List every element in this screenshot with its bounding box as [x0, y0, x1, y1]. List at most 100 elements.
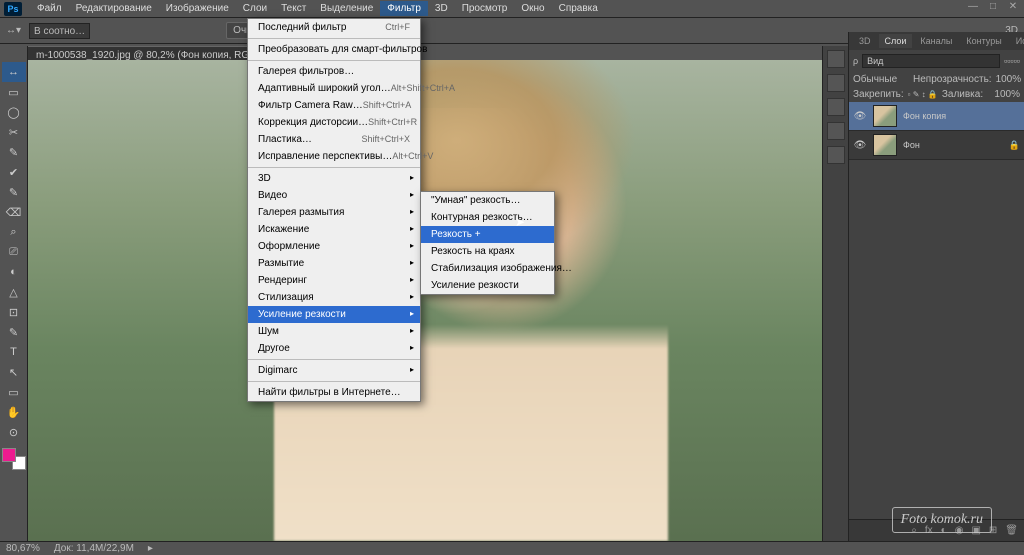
lock-icon: 🔒	[1009, 140, 1020, 151]
tool-1[interactable]: ▭	[2, 82, 26, 102]
layer-row[interactable]: 👁Фон копия	[849, 102, 1024, 131]
color-swatches[interactable]	[2, 448, 26, 470]
layer-filter-select[interactable]: Вид	[862, 54, 1000, 68]
submenu-item[interactable]: Усиление резкости	[421, 277, 554, 294]
tool-2[interactable]: ◯	[2, 102, 26, 122]
panel-icon[interactable]	[827, 122, 845, 140]
tool-6[interactable]: ✎	[2, 182, 26, 202]
panel-icon[interactable]	[827, 146, 845, 164]
visibility-icon[interactable]: 👁	[853, 140, 867, 151]
panel-tab-Контуры[interactable]: Контуры	[960, 34, 1007, 48]
zoom-level[interactable]: 80,67%	[6, 543, 40, 554]
panel-tabs[interactable]: 3DСлоиКаналыКонтурыИстория	[849, 32, 1024, 50]
panel-icon[interactable]	[827, 50, 845, 68]
menu-item[interactable]: Усиление резкости	[248, 306, 420, 323]
panel-tab-3D[interactable]: 3D	[853, 34, 877, 48]
menu-item[interactable]: Пластика…Shift+Ctrl+X	[248, 131, 420, 148]
zoom-mode-select[interactable]: В соотно…	[29, 23, 90, 39]
opacity-value[interactable]: 100%	[996, 74, 1022, 85]
menu-справка[interactable]: Справка	[552, 1, 605, 16]
panel-tab-Слои[interactable]: Слои	[879, 34, 913, 48]
panel-icon[interactable]	[827, 98, 845, 116]
submenu-item[interactable]: Стабилизация изображения…	[421, 260, 554, 277]
tool-11[interactable]: △	[2, 282, 26, 302]
tool-9[interactable]: ⎚	[2, 242, 26, 262]
maximize-icon[interactable]: □	[986, 2, 1000, 12]
menu-окно[interactable]: Окно	[514, 1, 551, 16]
menu-item[interactable]: Оформление	[248, 238, 420, 255]
menu-item[interactable]: Исправление перспективы…Alt+Ctrl+V	[248, 148, 420, 165]
menu-3d[interactable]: 3D	[428, 1, 455, 16]
menu-просмотр[interactable]: Просмотр	[455, 1, 515, 16]
menu-выделение[interactable]: Выделение	[313, 1, 380, 16]
collapsed-panel-strip[interactable]	[822, 46, 848, 541]
menu-текст[interactable]: Текст	[274, 1, 313, 16]
panel-tab-История[interactable]: История	[1010, 34, 1024, 48]
tool-5[interactable]: ✔	[2, 162, 26, 182]
menu-item[interactable]: Digimarc	[248, 362, 420, 379]
visibility-icon[interactable]: 👁	[853, 111, 867, 122]
menu-item[interactable]: Фильтр Camera Raw…Shift+Ctrl+A	[248, 97, 420, 114]
menu-item[interactable]: Коррекция дисторсии…Shift+Ctrl+R	[248, 114, 420, 131]
menu-item[interactable]: Галерея фильтров…	[248, 63, 420, 80]
menu-item[interactable]: Галерея размытия	[248, 204, 420, 221]
tool-17[interactable]: ✋	[2, 402, 26, 422]
submenu-item[interactable]: Резкость +	[421, 226, 554, 243]
submenu-item[interactable]: Резкость на краях	[421, 243, 554, 260]
layer-row[interactable]: 👁Фон🔒	[849, 131, 1024, 160]
menu-item[interactable]: Другое	[248, 340, 420, 357]
menu-item[interactable]: 3D	[248, 170, 420, 187]
menu-изображение[interactable]: Изображение	[159, 1, 236, 16]
tool-14[interactable]: T	[2, 342, 26, 362]
doc-size[interactable]: Док: 11,4M/22,9M	[54, 543, 134, 554]
menu-item[interactable]: Адаптивный широкий угол…Alt+Shift+Ctrl+A	[248, 80, 420, 97]
menu-редактирование[interactable]: Редактирование	[69, 1, 159, 16]
menu-bar: Ps ФайлРедактированиеИзображениеСлоиТекс…	[0, 0, 1024, 18]
status-bar: 80,67% Док: 11,4M/22,9M ▸	[0, 541, 1024, 555]
tool-15[interactable]: ↖	[2, 362, 26, 382]
menu-item[interactable]: Видео	[248, 187, 420, 204]
tool-0[interactable]: ↔	[2, 62, 26, 82]
tool-18[interactable]: ⊙	[2, 422, 26, 442]
panel-tab-Каналы[interactable]: Каналы	[914, 34, 958, 48]
menu-item[interactable]: Искажение	[248, 221, 420, 238]
menu-item[interactable]: Стилизация	[248, 289, 420, 306]
menu-item[interactable]: Размытие	[248, 255, 420, 272]
toolbox: ↔▭◯✂✎✔✎⌫⌕⎚◐△⊡✎T↖▭✋⊙	[0, 46, 28, 541]
window-controls[interactable]: — □ ✕	[966, 2, 1020, 12]
canvas-area[interactable]	[28, 60, 848, 541]
layer-thumb[interactable]	[873, 134, 897, 156]
app-logo: Ps	[4, 2, 22, 16]
tool-12[interactable]: ⊡	[2, 302, 26, 322]
tool-3[interactable]: ✂	[2, 122, 26, 142]
tool-13[interactable]: ✎	[2, 322, 26, 342]
minimize-icon[interactable]: —	[966, 2, 980, 12]
tool-8[interactable]: ⌕	[2, 222, 26, 242]
menu-слои[interactable]: Слои	[236, 1, 274, 16]
tool-16[interactable]: ▭	[2, 382, 26, 402]
layer-thumb[interactable]	[873, 105, 897, 127]
delete-layer-icon[interactable]: 🗑	[1005, 525, 1018, 536]
menu-item[interactable]: Последний фильтрCtrl+F	[248, 19, 420, 36]
fg-color-swatch[interactable]	[2, 448, 16, 462]
layers-panel: 3DСлоиКаналыКонтурыИстория ρ Вид ▫▫▫▫▫ О…	[848, 32, 1024, 541]
submenu-item[interactable]: Контурная резкость…	[421, 209, 554, 226]
close-icon[interactable]: ✕	[1006, 2, 1020, 12]
menu-item[interactable]: Найти фильтры в Интернете…	[248, 384, 420, 401]
filter-menu-dropdown[interactable]: Последний фильтрCtrl+F Преобразовать для …	[247, 18, 421, 402]
menu-файл[interactable]: Файл	[30, 1, 69, 16]
submenu-item[interactable]: "Умная" резкость…	[421, 192, 554, 209]
menu-фильтр[interactable]: Фильтр	[380, 1, 428, 16]
menu-item[interactable]: Преобразовать для смарт-фильтров	[248, 41, 420, 58]
tool-7[interactable]: ⌫	[2, 202, 26, 222]
tool-preset-icon[interactable]: ↔▾	[6, 25, 21, 36]
tool-4[interactable]: ✎	[2, 142, 26, 162]
tool-10[interactable]: ◐	[2, 262, 26, 282]
status-arrow-icon[interactable]: ▸	[148, 543, 153, 554]
sharpen-submenu[interactable]: "Умная" резкость…Контурная резкость…Резк…	[420, 191, 555, 295]
menu-item[interactable]: Шум	[248, 323, 420, 340]
fill-value[interactable]: 100%	[994, 89, 1020, 100]
menu-item[interactable]: Рендеринг	[248, 272, 420, 289]
blend-mode-select[interactable]: Обычные	[853, 74, 909, 85]
panel-icon[interactable]	[827, 74, 845, 92]
